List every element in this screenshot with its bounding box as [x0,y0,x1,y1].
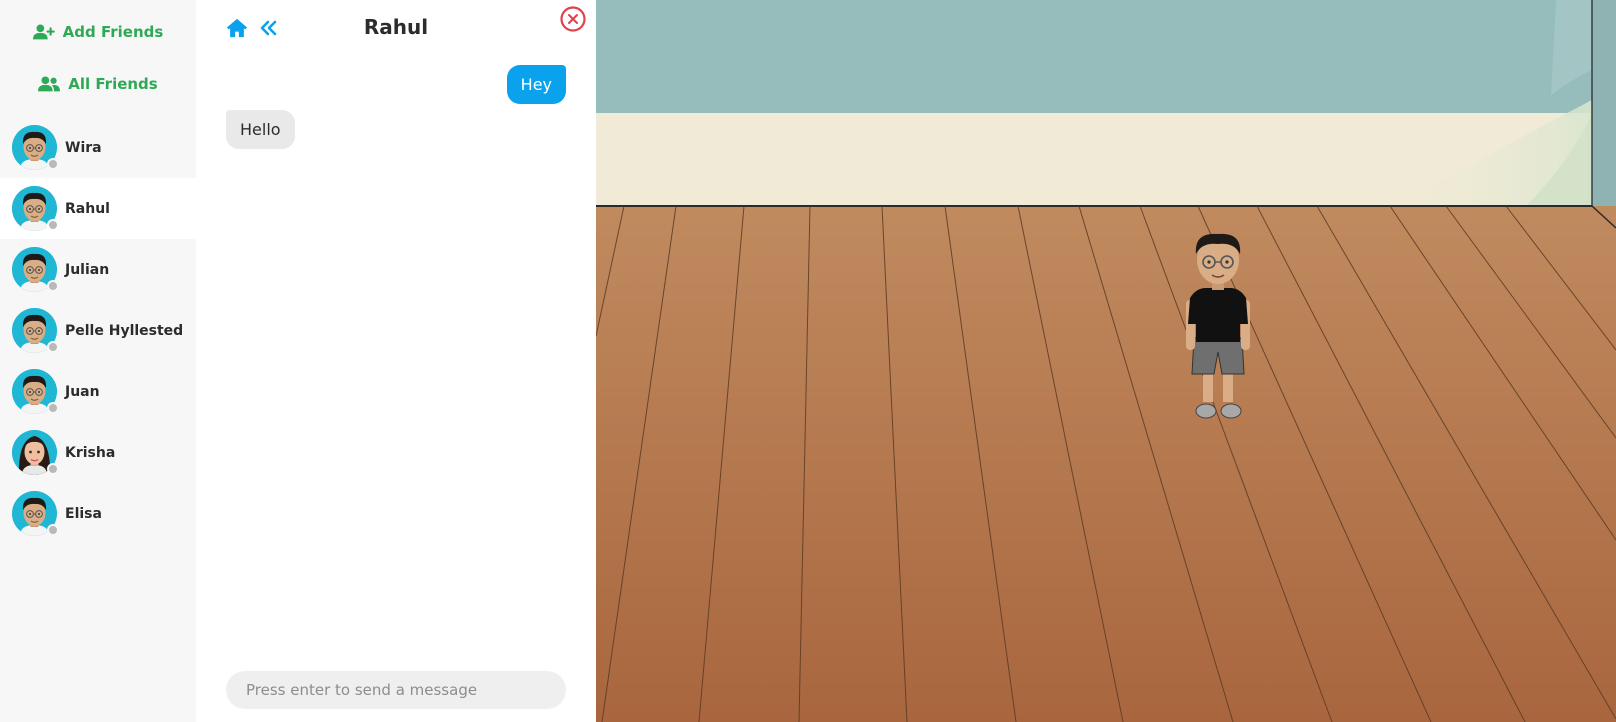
status-indicator [47,280,59,292]
message-input[interactable] [226,671,566,709]
chat-header: Rahul [196,0,596,58]
add-friends-label: Add Friends [62,23,164,41]
chat-title: Rahul [363,15,429,39]
friend-item[interactable]: Krisha [0,422,196,483]
avatar [12,491,59,536]
room-illustration [596,0,1616,722]
friend-name: Julian [65,261,110,278]
add-friends-button[interactable]: Add Friends [0,20,196,44]
incoming-message: Hello [226,110,295,149]
users-icon [38,76,61,92]
friend-item[interactable]: Wira [0,117,196,178]
friend-name: Elisa [65,505,102,522]
outgoing-message: Hey [506,65,566,104]
wooden-floor [596,206,1616,722]
status-indicator [47,341,59,353]
avatar [12,247,59,292]
friend-name: Krisha [65,444,116,461]
wall-upper [596,0,1616,113]
avatar [12,430,59,475]
friend-item[interactable]: Juan [0,361,196,422]
room-scene[interactable] [596,0,1616,722]
friends-sidebar: Add Friends All Friends Wira Rahul Julia… [0,0,196,722]
status-indicator [47,158,59,170]
friend-name: Wira [65,139,102,156]
status-indicator [47,402,59,414]
friend-item[interactable]: Pelle Hyllested [0,300,196,361]
friend-name: Pelle Hyllested [65,322,184,339]
user-plus-icon [32,24,55,40]
friend-item[interactable]: Rahul [0,178,196,239]
avatar [12,308,59,353]
friend-name: Juan [65,383,100,400]
chat-panel: Rahul Hey Hello [196,0,596,722]
friend-item[interactable]: Julian [0,239,196,300]
avatar [12,369,59,414]
avatar [12,125,59,170]
status-indicator [47,463,59,475]
status-indicator [47,524,59,536]
friend-item[interactable]: Elisa [0,483,196,544]
all-friends-label: All Friends [68,75,158,93]
all-friends-button[interactable]: All Friends [0,72,196,96]
friend-list: Wira Rahul Julian Pelle Hyllested Juan K… [0,117,196,544]
friend-name: Rahul [65,200,110,217]
status-indicator [47,219,59,231]
avatar [12,186,59,231]
close-icon[interactable] [560,6,586,32]
